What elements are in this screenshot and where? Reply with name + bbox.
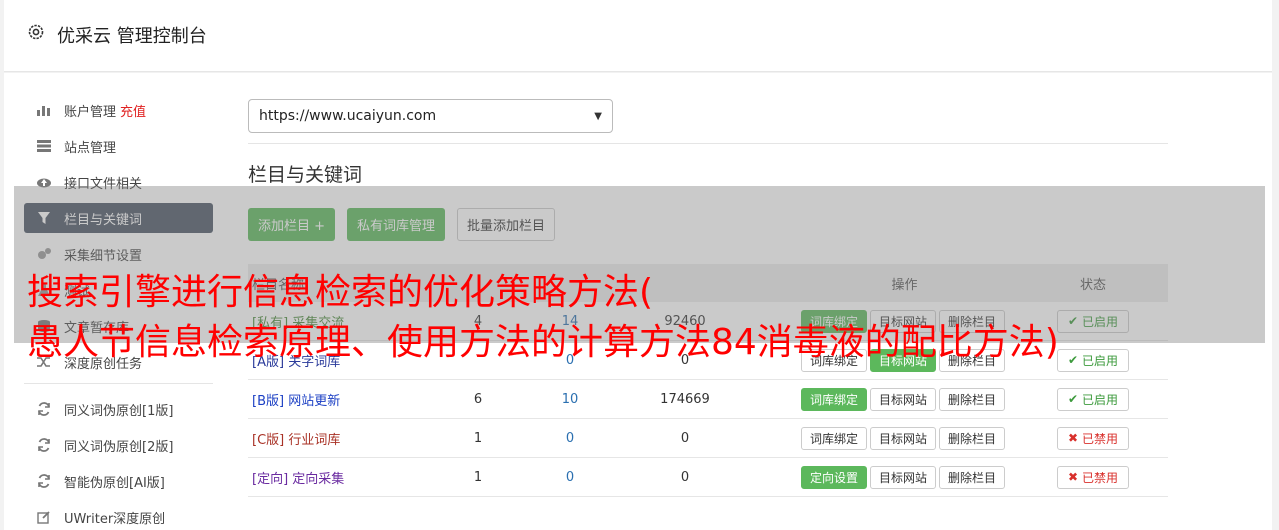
close-icon: ✖ [1068, 470, 1079, 484]
row-name-link[interactable]: 定向采集 [292, 472, 344, 487]
sidebar-item-uwriter[interactable]: UWriter深度原创 [24, 502, 213, 530]
bind-lexicon-button[interactable]: 词库绑定 [801, 426, 868, 450]
refresh-icon [35, 401, 53, 417]
edit-icon [35, 509, 53, 525]
server-icon [35, 138, 53, 154]
recharge-link[interactable]: 充值 [120, 101, 146, 120]
bind-lexicon-button[interactable]: 词库绑定 [801, 387, 868, 411]
delete-column-button[interactable]: 删除栏目 [939, 465, 1006, 489]
row-n1: 6 [473, 391, 483, 407]
gear-icon [28, 24, 44, 40]
row-name-link[interactable]: 网站更新 [288, 394, 340, 409]
sidebar-item-synonym-v1[interactable]: 同义词伪原创[1版] [24, 394, 213, 424]
top-bar: 优采云 管理控制台 [4, 0, 1272, 72]
section-title: 栏目与关键词 [248, 164, 363, 186]
close-icon: ✖ [1068, 431, 1079, 445]
sidebar-item-label: 智能伪原创[AI版] [64, 475, 165, 491]
check-icon: ✔ [1068, 392, 1079, 406]
row-n3: 0 [680, 430, 690, 446]
row-n2[interactable]: 0 [512, 470, 628, 485]
sidebar-item-label: 账户管理 [64, 104, 117, 120]
row-n2[interactable]: 10 [512, 392, 628, 407]
delete-column-button[interactable]: 删除栏目 [939, 387, 1006, 411]
sidebar-item-label: UWriter深度原创 [64, 511, 166, 527]
table-row: [定向] 定向采集 1 0 0 定向设置 目标网站 删除栏目 ✖ 已禁用 [248, 458, 1168, 497]
sidebar-item-account[interactable]: 账户管理 充值 [24, 95, 213, 125]
target-site-button[interactable]: 目标网站 [870, 387, 937, 411]
row-n1: 1 [473, 430, 483, 446]
sidebar-item-synonym-v2[interactable]: 同义词伪原创[2版] [24, 430, 213, 460]
refresh-icon [35, 437, 53, 453]
row-tag: [B版] [252, 393, 285, 409]
row-name-link[interactable]: 行业词库 [288, 433, 340, 448]
refresh-icon [35, 473, 53, 489]
overlay-line-1: 搜索引擎进行信息检索的优化策略方法( [27, 272, 654, 313]
directed-settings-button[interactable]: 定向设置 [801, 465, 868, 489]
sidebar-item-label: 站点管理 [64, 140, 117, 156]
target-site-button[interactable]: 目标网站 [870, 426, 937, 450]
sidebar-item-label: 同义词伪原创[1版] [64, 403, 174, 419]
table-row: [B版] 网站更新 6 10 174669 词库绑定 目标网站 删除栏目 ✔ 已… [248, 380, 1168, 419]
main-content: https://www.ucaiyun.com ▼ 栏目与关键词 添加栏目 + … [248, 99, 1168, 497]
divider [248, 143, 1168, 144]
sidebar-item-ai-original[interactable]: 智能伪原创[AI版] [24, 466, 213, 496]
row-n3: 0 [680, 469, 690, 485]
status-label: 已禁用 [1081, 431, 1118, 446]
row-n2[interactable]: 0 [512, 431, 628, 446]
delete-column-button[interactable]: 删除栏目 [939, 426, 1006, 450]
overlay-caption: 搜索引擎进行信息检索的优化策略方法( 愚人节信息检索原理、使用方法的计算方法84… [27, 268, 1267, 368]
status-toggle[interactable]: ✖ 已禁用 [1057, 465, 1129, 489]
site-url-value: https://www.ucaiyun.com [259, 108, 437, 124]
row-n1: 1 [473, 469, 483, 485]
status-toggle[interactable]: ✖ 已禁用 [1057, 426, 1129, 450]
overlay-line-2: 愚人节信息检索原理、使用方法的计算方法84消毒液的配比方法) [27, 322, 1059, 363]
chevron-down-icon: ▼ [594, 110, 602, 122]
table-row: [C版] 行业词库 1 0 0 词库绑定 目标网站 删除栏目 ✖ 已禁用 [248, 419, 1168, 458]
app-title: 优采云 管理控制台 [57, 26, 207, 47]
sidebar-divider [24, 383, 213, 384]
row-tag: [定向] [252, 471, 289, 487]
status-toggle[interactable]: ✔ 已启用 [1057, 387, 1129, 411]
status-label: 已启用 [1081, 392, 1118, 407]
sidebar-item-label: 同义词伪原创[2版] [64, 439, 174, 455]
row-tag: [C版] [252, 432, 285, 448]
row-n3: 174669 [660, 391, 710, 407]
status-label: 已禁用 [1081, 470, 1118, 485]
site-url-select[interactable]: https://www.ucaiyun.com ▼ [248, 99, 613, 133]
target-site-button[interactable]: 目标网站 [870, 465, 937, 489]
bar-chart-icon [35, 102, 53, 118]
sidebar-item-sites[interactable]: 站点管理 [24, 131, 213, 161]
